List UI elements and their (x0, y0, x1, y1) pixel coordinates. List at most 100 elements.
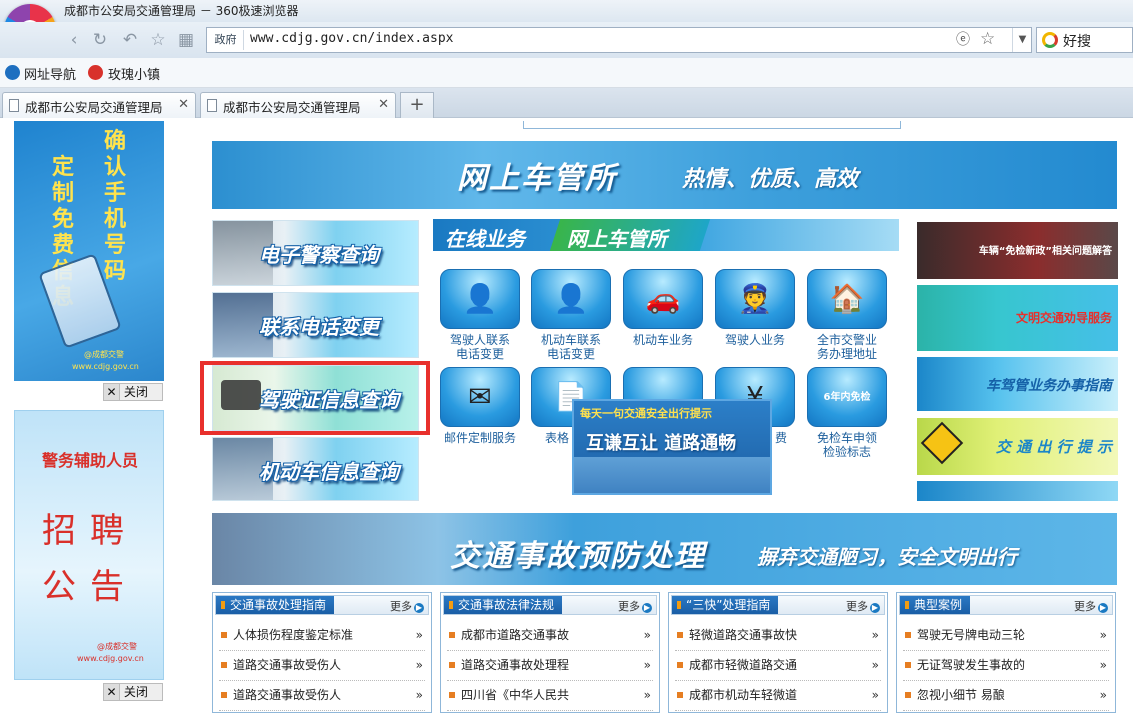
panel-title: 交通事故处理指南 (216, 596, 335, 614)
button-label: 车驾管业务办事指南 (986, 378, 1112, 394)
ad2-recruit-text: 招聘 (42, 511, 138, 551)
ie-mode-icon[interactable]: ⓔ (956, 31, 974, 49)
list-item[interactable]: 轻微道路交通事故快» (675, 621, 881, 651)
button-label: 车辆“免检新政”相关问题解答 (978, 246, 1112, 257)
ad2-sub-weibo: @成都交警 (97, 642, 137, 651)
right-button-partial[interactable] (917, 481, 1118, 501)
service-exempt-label[interactable]: 6年内免检 免检车申领检验标志 (805, 367, 889, 459)
service-vehicle-phone[interactable]: 👤 机动车联系电话变更 (529, 269, 613, 361)
three-quick-guide-panel: “三快”处理指南 更多 ▶ 轻微道路交通事故快» 成都市轻微道路交通» 成都市机动… (668, 592, 888, 713)
grid-icon[interactable]: ▦ (176, 30, 196, 50)
online-business-tab[interactable]: 在线业务 (445, 223, 525, 252)
ad-text-confirm-phone: 确认手机号码 (103, 129, 126, 284)
more-link[interactable]: 更多 ▶ (618, 598, 652, 614)
address-url[interactable]: www.cdjg.gov.cn/index.aspx (250, 31, 454, 46)
vehicle-owner-icon: 👤 (531, 269, 611, 329)
sms-signup-ad[interactable]: 确认手机号码 定制免费信息 @成都交警 www.cdjg.gov.cn (14, 121, 164, 381)
site-nav-icon (5, 65, 20, 80)
list-item[interactable]: 忽视小细节 易酿» (903, 681, 1109, 711)
more-link[interactable]: 更多 ▶ (1074, 598, 1108, 614)
vehicle-guide-button[interactable]: 车驾管业务办事指南 (917, 357, 1118, 411)
rose-icon (88, 65, 103, 80)
list-item[interactable]: 人体损伤程度鉴定标准» (219, 621, 425, 651)
ad-sub-url: www.cdjg.gov.cn (72, 362, 139, 371)
turn-sign-icon (920, 421, 964, 465)
vehicle-info-query-button[interactable]: 机动车信息查询 (212, 437, 419, 501)
service-driver-business[interactable]: 👮 驾驶人业务 (713, 269, 797, 347)
exempt-policy-faq-button[interactable]: 车辆“免检新政”相关问题解答 (917, 222, 1118, 279)
service-vehicle-business[interactable]: 🚗 机动车业务 (621, 269, 705, 347)
list-item[interactable]: 驾驶无号牌电动三轮» (903, 621, 1109, 651)
window-title: 成都市公安局交通管理局 － 360极速浏览器 (64, 4, 299, 18)
tab-title: 成都市公安局交通管理局 (25, 100, 163, 115)
button-label: 交 通 出 行 提 示 (995, 438, 1112, 456)
refresh-icon[interactable]: ↻ (90, 30, 110, 50)
safety-tip-popup[interactable]: 每天一句交通安全出行提示 互谦互让 道路通畅 (572, 399, 772, 495)
more-arrow-icon: ▶ (870, 603, 880, 613)
list-item[interactable]: 无证驾驶发生事故的» (903, 651, 1109, 681)
ad-sub-weibo: @成都交警 (84, 350, 124, 359)
house-icon: 🏠 (807, 269, 887, 329)
close-ad-button[interactable]: ✕ 关闭 (103, 683, 163, 701)
list-item[interactable]: 成都市机动车轻微道» (675, 681, 881, 711)
search-engine-label[interactable]: 好搜 (1063, 31, 1091, 51)
accident-prevention-banner[interactable]: 交通事故预防处理 摒弃交通陋习，安全文明出行 (212, 513, 1117, 585)
page-icon (207, 99, 217, 112)
recruitment-ad[interactable]: 警务辅助人员 招聘 公告 @成都交警 www.cdjg.gov.cn (14, 410, 164, 680)
panel-header: 典型案例 更多 ▶ (899, 595, 1113, 615)
search-engine-icon (1042, 32, 1058, 48)
browser-tab-2[interactable]: 成都市公安局交通管理局 ✕ (200, 92, 396, 118)
service-driver-phone[interactable]: 👤 驾驶人联系电话变更 (438, 269, 522, 361)
service-mail-subscription[interactable]: ✉ 邮件定制服务 (438, 367, 522, 445)
civil-traffic-service-button[interactable]: 文明交通劝导服务 (917, 285, 1118, 351)
new-tab-button[interactable]: + (400, 92, 434, 118)
driver-icon: 👤 (440, 269, 520, 329)
banner-slogan: 摒弃交通陋习，安全文明出行 (757, 545, 1017, 569)
road-graphic (574, 457, 770, 493)
accident-guide-panel: 交通事故处理指南 更多 ▶ 人体损伤程度鉴定标准» 道路交通事故受伤人» 道路交通… (212, 592, 432, 713)
more-arrow-icon: ▶ (1098, 603, 1108, 613)
list-item[interactable]: 四川省《中华人民共» (447, 681, 653, 711)
back-icon[interactable]: ‹ (64, 30, 84, 50)
online-office-tab[interactable]: 网上车管所 (567, 223, 667, 252)
exempt-badge-icon: 6年内免检 (807, 367, 887, 427)
panel-header: “三快”处理指南 更多 ▶ (671, 595, 885, 615)
list-item[interactable]: 道路交通事故受伤人» (219, 651, 425, 681)
list-item[interactable]: 道路交通事故受伤人» (219, 681, 425, 711)
panel-title: “三快”处理指南 (672, 596, 779, 614)
bookmark-rose-town[interactable]: 玫瑰小镇 (108, 64, 160, 83)
accident-law-panel: 交通事故法律法规 更多 ▶ 成都市道路交通事故» 道路交通事故处理程» 四川省《中… (440, 592, 660, 713)
list-item[interactable]: 道路交通事故处理程» (447, 651, 653, 681)
tip-heading: 每天一句交通安全出行提示 (580, 407, 712, 420)
ad2-notice-text: 公告 (42, 567, 138, 607)
browser-tab-1[interactable]: 成都市公安局交通管理局 ✕ (2, 92, 196, 118)
ad2-top-text: 警务辅助人员 (41, 451, 138, 470)
bookmark-star-icon[interactable]: ☆ (980, 29, 1000, 49)
travel-tips-button[interactable]: 交 通 出 行 提 示 (917, 418, 1118, 475)
button-label: 文明交通劝导服务 (1015, 311, 1112, 325)
favorite-star-icon[interactable]: ☆ (148, 30, 168, 50)
close-ad-button[interactable]: ✕ 关闭 (103, 383, 163, 401)
list-item[interactable]: 成都市道路交通事故» (447, 621, 653, 651)
more-link[interactable]: 更多 ▶ (390, 598, 424, 614)
bookmark-site-nav[interactable]: 网址导航 (24, 64, 76, 83)
close-tab-icon[interactable]: ✕ (378, 97, 389, 112)
undo-icon[interactable]: ↶ (120, 30, 140, 50)
address-dropdown-icon[interactable]: ▼ (1012, 28, 1032, 52)
top-divider (523, 121, 901, 129)
button-label: 电子警察查询 (259, 243, 379, 267)
online-vehicle-office-banner[interactable]: 网上车管所 热情、优质、高效 (212, 141, 1117, 209)
banner-slogan: 热情、优质、高效 (682, 167, 859, 192)
service-office-address[interactable]: 🏠 全市交警业务办理地址 (805, 269, 889, 361)
more-arrow-icon: ▶ (642, 603, 652, 613)
close-tab-icon[interactable]: ✕ (178, 97, 189, 112)
close-label: 关闭 (123, 385, 148, 399)
e-police-query-button[interactable]: 电子警察查询 (212, 220, 419, 286)
button-label: 机动车信息查询 (259, 460, 399, 484)
list-item[interactable]: 成都市轻微道路交通» (675, 651, 881, 681)
button-label: 联系电话变更 (259, 315, 379, 339)
more-arrow-icon: ▶ (414, 603, 424, 613)
panel-header: 交通事故法律法规 更多 ▶ (443, 595, 657, 615)
more-link[interactable]: 更多 ▶ (846, 598, 880, 614)
phone-change-button[interactable]: 联系电话变更 (212, 292, 419, 358)
